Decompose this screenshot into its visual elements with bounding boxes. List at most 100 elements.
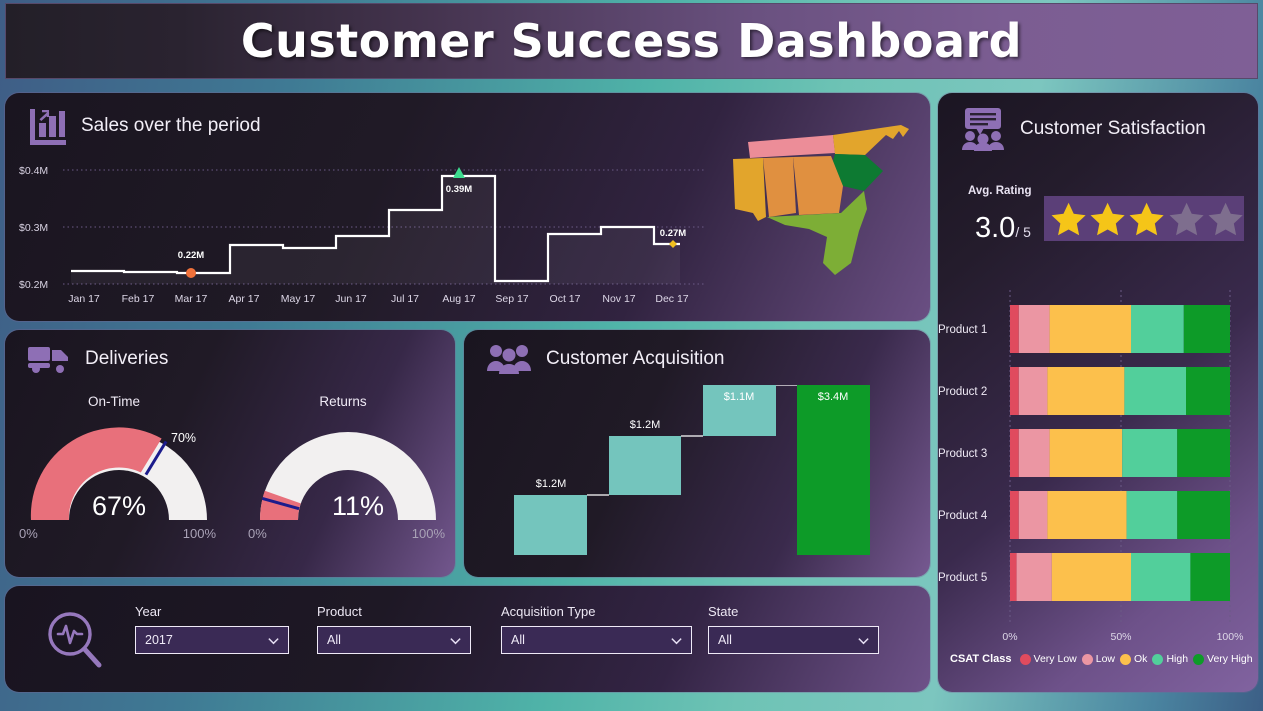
filter-year-label: Year (135, 604, 162, 619)
map-region-north-carolina[interactable] (833, 125, 909, 155)
on-time-min: 0% (19, 526, 38, 540)
filter-product-select[interactable]: All (317, 626, 471, 654)
csat-row-product-3[interactable]: Product 3 (938, 429, 1230, 477)
sales-xtick-5: Jun 17 (335, 293, 367, 305)
star-empty-icon (1169, 202, 1204, 235)
svg-text:$1.1M: $1.1M (724, 391, 755, 403)
returns-value: 11% (332, 491, 384, 521)
legend-label-ok: Ok (1134, 653, 1148, 665)
satisfaction-panel-title: Customer Satisfaction (1020, 118, 1206, 139)
sales-ytick-1: $0.3M (19, 222, 48, 234)
sales-xtick-10: Nov 17 (602, 293, 635, 305)
pulse-search-icon (48, 612, 102, 668)
avg-rating-number: 3.0 (975, 212, 1016, 244)
acquisition-top-labels: $1.1M $3.4M (724, 391, 849, 403)
legend-swatch-very-low (1019, 653, 1031, 665)
avg-rating-denominator: / 5 (1015, 224, 1031, 240)
dashboard-title-bar: Customer Success Dashboard (5, 3, 1258, 79)
filter-acquisition-type-value: All (511, 633, 525, 647)
filter-acquisition-type-label: Acquisition Type (501, 604, 596, 619)
waterfall-value-ad: $1.2M (630, 419, 661, 431)
returns-gauge[interactable]: 11% 8% 0% 100% (248, 420, 448, 540)
star-rating[interactable] (1044, 196, 1244, 241)
sales-xtick-6: Jul 17 (391, 293, 419, 305)
csat-label-product-5: Product 5 (938, 572, 987, 584)
csat-xtick-1: 50% (1110, 631, 1131, 643)
legend-swatch-high (1152, 653, 1164, 665)
csat-legend: CSAT Class Very Low Low Ok High Very Hig… (950, 653, 1253, 665)
filter-acquisition-type: Acquisition Type All (501, 604, 692, 654)
chevron-down-icon (858, 637, 869, 644)
legend-label-low: Low (1095, 653, 1116, 665)
filter-state: State All (708, 604, 879, 654)
legend-swatch-very-high (1193, 653, 1205, 665)
star-empty-icon (1208, 202, 1243, 235)
avg-rating-caption: Avg. Rating (968, 185, 1032, 197)
legend-item-high[interactable]: High (1152, 653, 1188, 665)
csat-row-product-1[interactable]: Product 1 (938, 305, 1230, 353)
sales-xtick-7: Aug 17 (442, 293, 475, 305)
deliveries-panel: Deliveries On-Time Returns 67% 70% 0% 10… (5, 330, 455, 577)
svg-text:$3.4M: $3.4M (818, 391, 849, 403)
csat-row-product-5[interactable]: Product 5 (938, 553, 1230, 601)
csat-label-product-2: Product 2 (938, 386, 987, 398)
csat-label-product-4: Product 4 (938, 510, 988, 522)
sales-max-marker[interactable] (453, 167, 465, 178)
sales-last-label: 0.27M (660, 228, 686, 239)
sales-ytick-2: $0.2M (19, 279, 48, 291)
sales-ytick-0: $0.4M (19, 165, 48, 177)
map-region-alabama[interactable] (763, 157, 796, 217)
filter-state-value: All (718, 633, 732, 647)
on-time-gauge[interactable]: 67% 70% 0% 100% (19, 420, 219, 540)
on-time-max: 100% (183, 526, 217, 540)
delivery-truck-icon (28, 347, 68, 373)
csat-xtick-0: 0% (1002, 631, 1017, 643)
sales-xtick-3: Apr 17 (229, 293, 260, 305)
on-time-target-label: 70% (171, 431, 196, 445)
sales-xtick-9: Oct 17 (550, 293, 581, 305)
chevron-down-icon (671, 637, 682, 644)
feedback-people-icon (962, 108, 1004, 151)
legend-label-high: High (1166, 653, 1189, 665)
csat-label-product-3: Product 3 (938, 448, 987, 460)
legend-item-very-high[interactable]: Very High (1193, 653, 1253, 665)
acquisition-panel-title: Customer Acquisition (546, 348, 725, 369)
csat-row-product-4[interactable]: Product 4 (938, 491, 1230, 539)
sales-xtick-4: May 17 (281, 293, 316, 305)
legend-label-very-low: Very Low (1033, 653, 1077, 665)
filter-year-select[interactable]: 2017 (135, 626, 289, 654)
legend-item-very-low[interactable]: Very Low (1019, 653, 1077, 665)
gauge-label-returns: Returns (319, 394, 367, 409)
map-region-mississippi[interactable] (733, 158, 766, 221)
sales-xtick-2: Mar 17 (175, 293, 208, 305)
legend-item-low[interactable]: Low (1081, 653, 1116, 665)
page-title: Customer Success Dashboard (240, 14, 1023, 68)
gauge-label-on-time: On-Time (87, 394, 140, 409)
csat-stacked-bar-chart[interactable]: Product 1 Product 2 Product 3 Product 4 … (938, 285, 1258, 650)
sales-xtick-0: Jan 17 (68, 293, 100, 305)
sales-xtick-1: Feb 17 (122, 293, 155, 305)
filter-state-label: State (708, 604, 739, 619)
filter-acquisition-type-select[interactable]: All (501, 626, 692, 654)
acquisition-waterfall-chart[interactable]: $1.2M $1.2M $1.1M $3.4M Organic Ad Retur… (464, 385, 930, 565)
star-filled-icon (1090, 202, 1125, 235)
legend-swatch-ok (1120, 653, 1132, 665)
chevron-down-icon (450, 637, 461, 644)
map-region-tennessee[interactable] (748, 135, 835, 158)
waterfall-bar-ad[interactable] (609, 436, 681, 495)
star-filled-icon (1051, 202, 1086, 235)
csat-xtick-2: 100% (1217, 631, 1244, 643)
revenue-state-map[interactable] (723, 113, 923, 293)
sales-xtick-8: Sep 17 (495, 293, 528, 305)
legend-label-very-high: Very High (1207, 653, 1253, 665)
sales-min-marker[interactable] (186, 268, 196, 278)
avg-rating-value: 3.0/ 5 (975, 212, 1031, 245)
sales-max-label: 0.39M (446, 184, 472, 195)
star-filled-icon (1129, 202, 1165, 235)
legend-item-ok[interactable]: Ok (1120, 653, 1147, 665)
waterfall-bar-organic[interactable] (514, 495, 587, 555)
waterfall-bar-total[interactable] (797, 385, 870, 555)
filter-state-select[interactable]: All (708, 626, 879, 654)
csat-row-product-2[interactable]: Product 2 (938, 367, 1230, 415)
filter-product-label: Product (317, 604, 362, 619)
